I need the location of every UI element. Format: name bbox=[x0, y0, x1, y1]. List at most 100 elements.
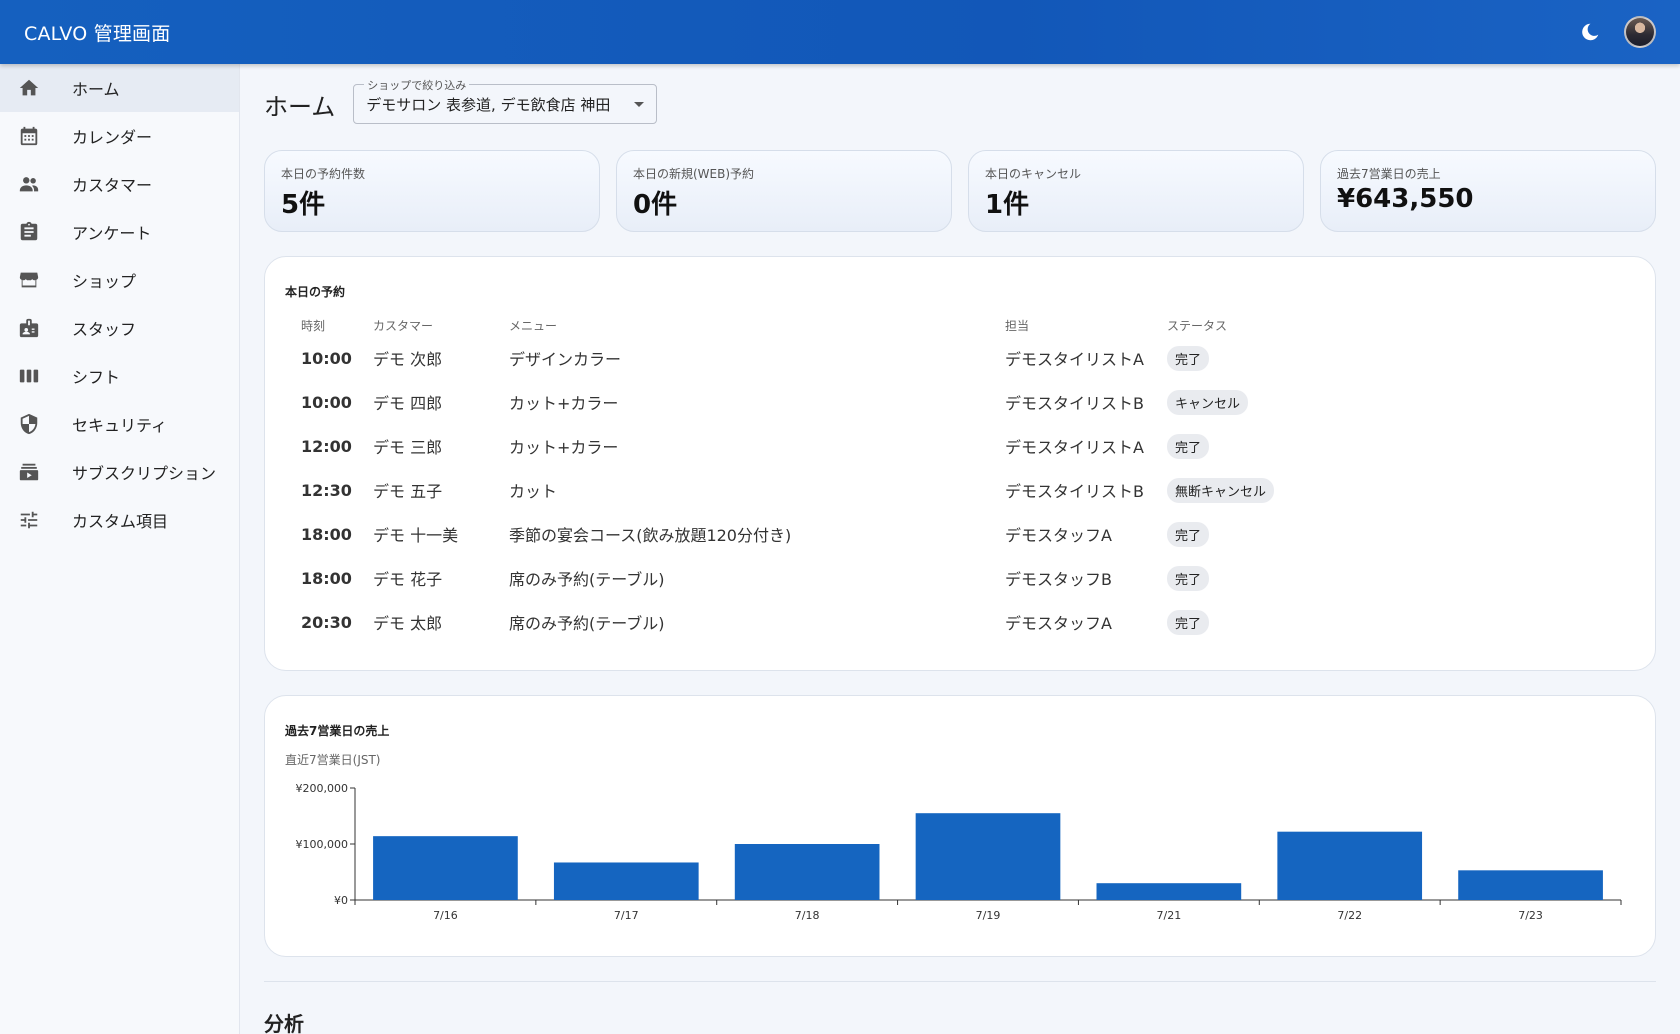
sidebar-item-security[interactable]: セキュリティ bbox=[0, 400, 239, 448]
kpi-label: 過去7営業日の売上 bbox=[1337, 167, 1441, 181]
subscriptions-icon bbox=[18, 461, 40, 483]
cell-time: 12:30 bbox=[301, 480, 352, 500]
x-tick-label: 7/23 bbox=[1518, 909, 1543, 922]
table-row[interactable]: 18:00 デモ 十一美 季節の宴会コース(飲み放題120分付き) デモスタッフ… bbox=[301, 512, 1274, 556]
card-subtitle: 直近7営業日(JST) bbox=[285, 753, 381, 767]
sidebar-item-home[interactable]: ホーム bbox=[0, 64, 239, 112]
cell-menu: 席のみ予約(テーブル) bbox=[509, 614, 665, 633]
column-header-staff: 担当 bbox=[1005, 318, 1030, 333]
cell-time: 18:00 bbox=[301, 568, 352, 588]
card-title: 過去7営業日の売上 bbox=[285, 724, 390, 738]
sidebar-item-label: ホーム bbox=[72, 80, 120, 99]
columns-icon bbox=[18, 365, 40, 387]
x-tick-label: 7/18 bbox=[795, 909, 820, 922]
shield-icon bbox=[18, 413, 40, 435]
sidebar-item-label: セキュリティ bbox=[72, 416, 168, 435]
kpi-card-today-reservations: 本日の予約件数 5件 bbox=[264, 150, 600, 232]
table-row[interactable]: 12:00 デモ 三郎 カット+カラー デモスタイリストA 完了 bbox=[301, 424, 1274, 468]
cell-menu: 席のみ予約(テーブル) bbox=[509, 570, 665, 589]
cell-customer: デモ 五子 bbox=[373, 482, 443, 501]
kpi-value: ¥643,550 bbox=[1337, 184, 1474, 214]
cell-time: 10:00 bbox=[301, 392, 352, 412]
bar bbox=[1458, 870, 1603, 900]
sidebar-item-label: ショップ bbox=[72, 272, 137, 291]
table-header-row: 時刻 カスタマー メニュー 担当 ステータス bbox=[301, 314, 1274, 336]
sidebar-item-label: アンケート bbox=[72, 224, 152, 243]
sidebar-item-shift[interactable]: シフト bbox=[0, 352, 239, 400]
badge-icon bbox=[18, 317, 40, 339]
cell-status: 完了 bbox=[1167, 556, 1274, 600]
sidebar: ホーム カレンダー カスタマー アンケート ショップ スタッフ シフト セキュリ… bbox=[0, 64, 240, 1034]
cell-status: 完了 bbox=[1167, 512, 1274, 556]
sidebar-item-subscription[interactable]: サブスクリプション bbox=[0, 448, 239, 496]
table-row[interactable]: 20:30 デモ 太郎 席のみ予約(テーブル) デモスタッフA 完了 bbox=[301, 600, 1274, 644]
page-header: ホーム ショップで絞り込み デモサロン 表参道, デモ飲食店 神田 bbox=[264, 64, 1656, 144]
sales-bar-chart: ¥0 ¥100,000 ¥200,000 7/16 7/17 7/18 7/19 7/21 7/… bbox=[296, 782, 1622, 922]
app-bar-actions bbox=[1574, 16, 1656, 48]
cell-staff: デモスタッフA bbox=[1005, 526, 1112, 545]
column-header-customer: カスタマー bbox=[373, 318, 434, 333]
x-tick-label: 7/22 bbox=[1337, 909, 1362, 922]
status-badge: 完了 bbox=[1167, 521, 1210, 547]
cell-staff: デモスタイリストA bbox=[1005, 350, 1144, 369]
cell-status: 完了 bbox=[1167, 336, 1274, 380]
tune-icon bbox=[18, 509, 40, 531]
moon-icon bbox=[1582, 23, 1599, 41]
status-badge: 完了 bbox=[1167, 565, 1210, 591]
cell-customer: デモ 太郎 bbox=[373, 614, 443, 633]
x-tick-label: 7/21 bbox=[1157, 909, 1182, 922]
table-row[interactable]: 10:00 デモ 四郎 カット+カラー デモスタイリストB キャンセル bbox=[301, 380, 1274, 424]
bar bbox=[553, 862, 699, 900]
table-row[interactable]: 18:00 デモ 花子 席のみ予約(テーブル) デモスタッフB 完了 bbox=[301, 556, 1274, 600]
shop-filter-select[interactable]: ショップで絞り込み デモサロン 表参道, デモ飲食店 神田 bbox=[353, 77, 658, 124]
bar bbox=[1277, 831, 1423, 900]
y-tick-label: ¥200,000 bbox=[296, 782, 349, 795]
y-tick-label: ¥100,000 bbox=[296, 838, 349, 851]
x-tick-label: 7/17 bbox=[614, 909, 639, 922]
theme-toggle-button[interactable] bbox=[1574, 16, 1606, 48]
cell-status: 完了 bbox=[1167, 424, 1274, 468]
today-reservations-card: 本日の予約 時刻 カスタマー メニュー 担当 ステータス 10:00 デモ 次郎… bbox=[264, 256, 1656, 671]
kpi-card-new-web-reservations: 本日の新規(WEB)予約 0件 bbox=[616, 150, 952, 232]
column-header-menu: メニュー bbox=[509, 318, 558, 333]
home-icon bbox=[18, 77, 40, 99]
cell-customer: デモ 十一美 bbox=[373, 526, 459, 545]
cell-customer: デモ 三郎 bbox=[373, 438, 443, 457]
status-badge: キャンセル bbox=[1167, 389, 1249, 415]
x-tick-label: 7/16 bbox=[433, 909, 458, 922]
section-divider bbox=[264, 981, 1656, 982]
sidebar-item-customers[interactable]: カスタマー bbox=[0, 160, 239, 208]
app-title: CALVO 管理画面 bbox=[24, 22, 171, 45]
column-header-status: ステータス bbox=[1167, 318, 1228, 333]
cell-menu: カット+カラー bbox=[509, 438, 619, 457]
sidebar-item-survey[interactable]: アンケート bbox=[0, 208, 239, 256]
cell-time: 12:00 bbox=[301, 436, 352, 456]
kpi-row: 本日の予約件数 5件 本日の新規(WEB)予約 0件 本日のキャンセル 1件 過… bbox=[264, 150, 1656, 232]
status-badge: 完了 bbox=[1167, 433, 1210, 459]
cell-menu: カット bbox=[509, 482, 558, 501]
kpi-label: 本日のキャンセル bbox=[985, 167, 1082, 181]
sidebar-item-label: スタッフ bbox=[72, 320, 137, 339]
sidebar-item-label: カスタマー bbox=[72, 176, 153, 195]
sidebar-item-calendar[interactable]: カレンダー bbox=[0, 112, 239, 160]
sidebar-item-custom-fields[interactable]: カスタム項目 bbox=[0, 496, 239, 544]
shop-filter-value: デモサロン 表参道, デモ飲食店 神田 bbox=[366, 95, 611, 114]
bar bbox=[1096, 883, 1242, 900]
status-badge: 無断キャンセル bbox=[1167, 477, 1275, 503]
shop-filter-label: ショップで絞り込み bbox=[364, 77, 470, 93]
cell-customer: デモ 次郎 bbox=[373, 350, 443, 369]
reservations-table: 時刻 カスタマー メニュー 担当 ステータス 10:00 デモ 次郎 デザインカ… bbox=[301, 314, 1275, 644]
table-row[interactable]: 12:30 デモ 五子 カット デモスタイリストB 無断キャンセル bbox=[301, 468, 1275, 512]
sidebar-item-staff[interactable]: スタッフ bbox=[0, 304, 239, 352]
sidebar-item-label: サブスクリプション bbox=[72, 464, 217, 483]
storefront-icon bbox=[18, 269, 40, 291]
cell-menu: カット+カラー bbox=[509, 394, 619, 413]
main-content: ホーム ショップで絞り込み デモサロン 表参道, デモ飲食店 神田 本日の予約件… bbox=[264, 64, 1656, 1034]
cell-staff: デモスタイリストB bbox=[1005, 394, 1144, 413]
sales-chart-card: 過去7営業日の売上 直近7営業日(JST) ¥0 ¥100,000 ¥200,000… bbox=[264, 695, 1656, 957]
cell-time: 18:00 bbox=[301, 524, 352, 544]
table-row[interactable]: 10:00 デモ 次郎 デザインカラー デモスタイリストA 完了 bbox=[301, 336, 1274, 380]
status-badge: 完了 bbox=[1167, 609, 1210, 635]
user-avatar[interactable] bbox=[1624, 16, 1656, 48]
sidebar-item-shop[interactable]: ショップ bbox=[0, 256, 239, 304]
